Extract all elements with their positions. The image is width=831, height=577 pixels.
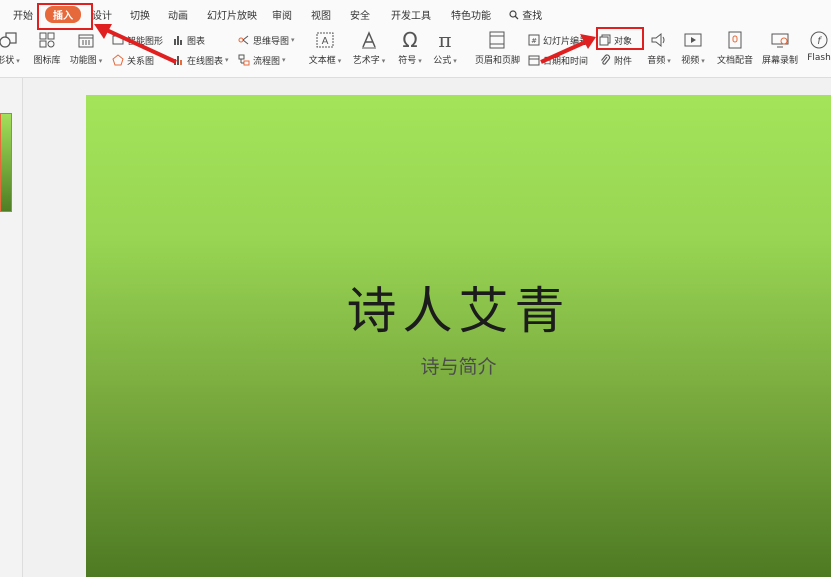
slide-subtitle[interactable]: 诗与简介 xyxy=(86,352,831,379)
annotation-arrows xyxy=(94,24,596,64)
arrow-to-insert-tab xyxy=(99,25,177,64)
arrow-to-object xyxy=(540,38,591,64)
slide-thumbnail[interactable] xyxy=(0,113,12,212)
slide-canvas[interactable]: 诗人艾青 诗与简介 xyxy=(86,95,831,577)
slide-title[interactable]: 诗人艾青 xyxy=(86,271,831,343)
